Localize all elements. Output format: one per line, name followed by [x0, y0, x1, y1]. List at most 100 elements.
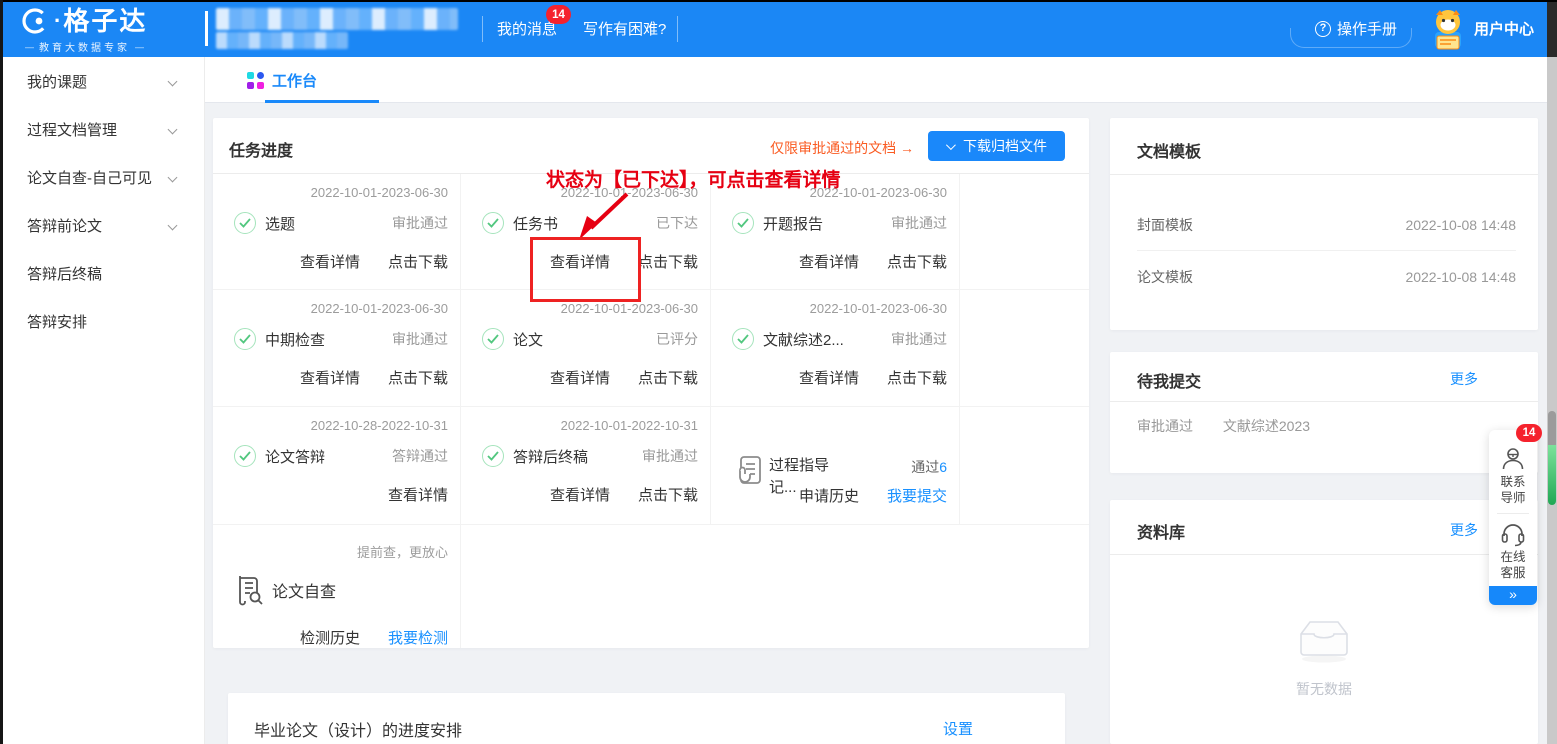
highlight-box	[530, 237, 641, 302]
pending-doc-name: 文献综述2023	[1223, 418, 1310, 434]
workbench-grid-icon	[247, 72, 264, 89]
submit-link[interactable]: 我要提交	[887, 485, 947, 506]
check-circle-icon	[482, 445, 504, 467]
check-history-link[interactable]: 检测历史	[300, 627, 360, 648]
download-link[interactable]: 点击下载	[388, 367, 448, 388]
pending-entry[interactable]: 审批通过 文献综述2023	[1137, 416, 1310, 436]
active-tab-underline	[265, 100, 379, 103]
sidebar-item-defense-schedule[interactable]: 答辩安排	[3, 297, 204, 345]
pending-status: 审批通过	[1137, 418, 1193, 434]
scrollbar-progress-indicator[interactable]	[1548, 445, 1556, 505]
user-center-link[interactable]: 用户中心	[1474, 0, 1534, 57]
apply-history-link[interactable]: 申请历史	[799, 485, 859, 506]
page-scrollbar-track[interactable]	[1547, 0, 1557, 744]
contact-tutor-section[interactable]: 联系导师	[1489, 446, 1537, 506]
schedule-settings-link[interactable]: 设置	[943, 718, 973, 739]
check-circle-icon	[732, 328, 754, 350]
download-link[interactable]: 点击下载	[887, 367, 947, 388]
check-circle-icon	[234, 212, 256, 234]
chevron-down-icon	[168, 173, 178, 183]
doc-templates-card: 文档模板 封面模板 2022-10-08 14:48 论文模板 2022-10-…	[1110, 118, 1538, 330]
headset-icon	[1500, 521, 1526, 547]
annotation-text: 状态为【已下达】，可点击查看详情	[546, 165, 841, 192]
pending-submit-card: 待我提交 更多 审批通过 文献综述2023	[1110, 352, 1538, 473]
task-cell-defense: 2022-10-28-2022-10-31 论文答辩 答辩通过 查看详情	[213, 407, 461, 525]
header-separator	[677, 16, 678, 42]
view-detail-link[interactable]: 查看详情	[300, 367, 360, 388]
online-service-section[interactable]: 在线客服	[1489, 521, 1537, 581]
schedule-card: 毕业论文（设计）的进度安排 设置	[228, 693, 1065, 744]
sidebar-item-process-docs[interactable]: 过程文档管理	[3, 105, 204, 153]
sidebar-item-self-check[interactable]: 论文自查-自己可见	[3, 153, 204, 201]
floating-contact-widget: 14 联系导师 在线客服 »	[1489, 430, 1537, 605]
status-text: 审批通过	[392, 329, 448, 349]
view-detail-link[interactable]: 查看详情	[799, 251, 859, 272]
messages-badge: 14	[546, 5, 571, 24]
download-link[interactable]: 点击下载	[388, 251, 448, 272]
download-link[interactable]: 点击下载	[638, 251, 698, 272]
question-circle-icon: ?	[1315, 21, 1331, 37]
redacted-user-info-line2	[216, 32, 348, 49]
schedule-title: 毕业论文（设计）的进度安排	[254, 717, 462, 741]
empty-text: 暂无数据	[1110, 679, 1538, 699]
task-cell-self-check: 提前查，更放心 论文自查 检测历史 我要检测	[213, 525, 461, 648]
template-row-thesis[interactable]: 论文模板 2022-10-08 14:48	[1137, 251, 1516, 303]
contact-tutor-label[interactable]: 联系导师	[1498, 474, 1528, 506]
check-circle-icon	[234, 445, 256, 467]
task-grid: 2022-10-01-2023-06-30 选题 审批通过 查看详情 点击下载 …	[213, 174, 1089, 648]
task-cell-empty	[960, 290, 1089, 407]
status-text: 审批通过	[891, 213, 947, 233]
manual-link[interactable]: ? 操作手册	[1315, 0, 1397, 57]
window-left-edge	[0, 0, 3, 744]
card-title: 任务进度	[229, 137, 293, 161]
brand-tagline: 教育大数据专家	[20, 39, 205, 54]
check-circle-icon	[234, 328, 256, 350]
view-detail-link[interactable]: 查看详情	[300, 251, 360, 272]
caret-down-icon	[946, 140, 956, 150]
archive-note: 仅限审批通过的文档 →	[770, 138, 914, 158]
view-detail-link[interactable]: 查看详情	[550, 484, 610, 505]
start-check-link[interactable]: 我要检测	[388, 627, 448, 648]
contact-badge: 14	[1516, 424, 1542, 442]
sidebar-item-my-topics[interactable]: 我的课题	[3, 57, 204, 105]
brand-logo[interactable]: · 格子达 教育大数据专家	[20, 5, 205, 53]
sidebar-item-final-draft[interactable]: 答辩后终稿	[3, 249, 204, 297]
doc-templates-header: 文档模板	[1110, 118, 1538, 175]
document-search-icon	[234, 574, 264, 606]
brand-name: 格子达	[63, 6, 147, 36]
writing-help-link[interactable]: 写作有困难?	[583, 0, 666, 57]
task-cell-final-draft: 2022-10-01-2022-10-31 答辩后终稿 审批通过 查看详情 点击…	[461, 407, 711, 525]
widget-collapse-button[interactable]: »	[1489, 586, 1537, 605]
self-check-note: 提前查，更放心	[234, 542, 448, 560]
online-service-label[interactable]: 在线客服	[1498, 549, 1528, 581]
download-link[interactable]: 点击下载	[638, 367, 698, 388]
status-text: 已下达	[656, 213, 698, 233]
library-more-link[interactable]: 更多	[1450, 520, 1478, 540]
view-detail-link[interactable]: 查看详情	[388, 484, 448, 505]
status-text: 答辩通过	[392, 446, 448, 466]
window-top-edge	[0, 0, 1557, 2]
logo-dot: ·	[54, 6, 61, 36]
view-detail-link[interactable]: 查看详情	[550, 367, 610, 388]
download-archive-button[interactable]: 下载归档文件	[928, 131, 1065, 161]
check-circle-icon	[482, 212, 504, 234]
pass-count: 6	[939, 459, 947, 475]
download-link[interactable]: 点击下载	[638, 484, 698, 505]
tab-bar: 工作台	[205, 57, 1557, 103]
status-text: 审批通过	[392, 213, 448, 233]
view-detail-link[interactable]: 查看详情	[799, 367, 859, 388]
document-click-icon	[732, 455, 762, 487]
template-row-cover[interactable]: 封面模板 2022-10-08 14:48	[1137, 199, 1516, 251]
task-cell-literature-review: 2022-10-01-2023-06-30 文献综述2... 审批通过 查看详情…	[711, 290, 960, 407]
chevron-down-icon	[168, 125, 178, 135]
task-cell-thesis: 2022-10-01-2023-06-30 论文 已评分 查看详情 点击下载	[461, 290, 711, 407]
pending-more-link[interactable]: 更多	[1450, 369, 1478, 389]
tab-workbench[interactable]: 工作台	[247, 57, 317, 103]
sidebar-item-pre-defense[interactable]: 答辩前论文	[3, 201, 204, 249]
scrollbar-thumb[interactable]	[1548, 411, 1556, 447]
task-cell-topic: 2022-10-01-2023-06-30 选题 审批通过 查看详情 点击下载	[213, 174, 461, 290]
sidebar: 我的课题 过程文档管理 论文自查-自己可见 答辩前论文 答辩后终稿 答辩安排	[3, 57, 205, 744]
mascot-avatar[interactable]	[1427, 8, 1469, 52]
task-cell-empty	[960, 525, 1089, 648]
download-link[interactable]: 点击下载	[887, 251, 947, 272]
